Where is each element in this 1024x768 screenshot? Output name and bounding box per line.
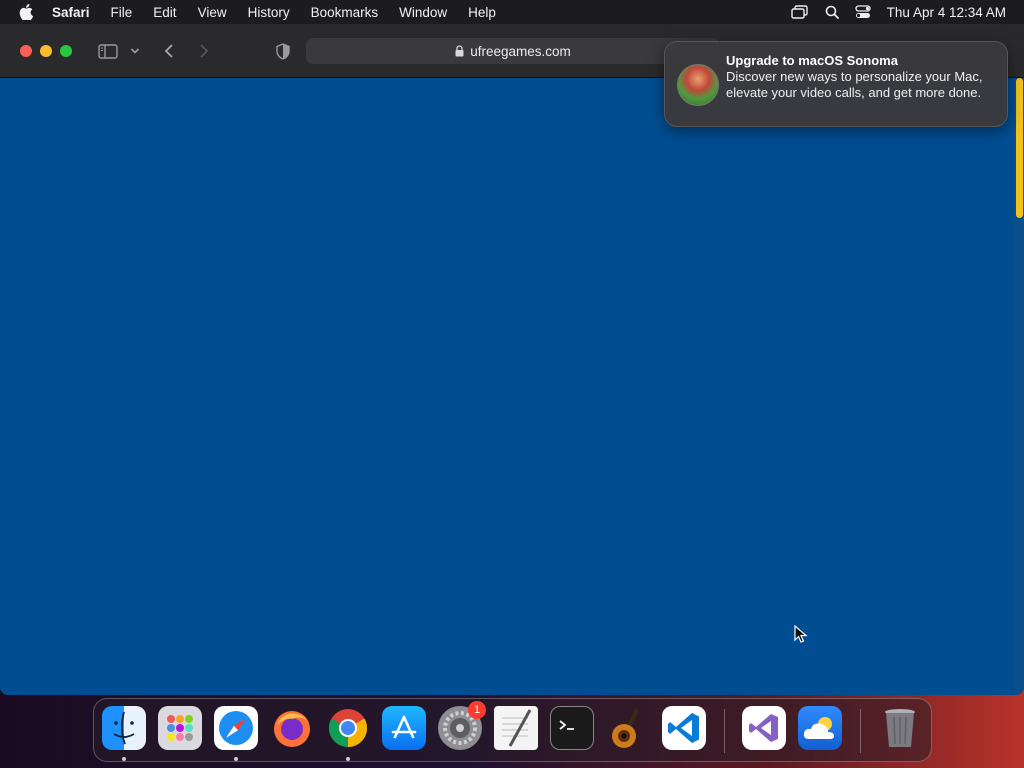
screen-mirroring-icon[interactable] xyxy=(790,5,809,19)
menu-bookmarks[interactable]: Bookmarks xyxy=(311,5,379,20)
notification-banner[interactable]: Upgrade to macOS Sonoma Discover new way… xyxy=(664,41,1008,127)
terminal-icon[interactable] xyxy=(550,706,594,750)
finder-running-indicator xyxy=(122,757,126,761)
macos-sonoma-icon xyxy=(677,64,719,106)
page-scrollbar[interactable] xyxy=(1014,78,1024,695)
safari-running-indicator xyxy=(234,757,238,761)
menu-app-name[interactable]: Safari xyxy=(52,5,90,20)
menu-file[interactable]: File xyxy=(111,5,133,20)
control-center-icon[interactable] xyxy=(855,5,871,19)
address-bar-url: ufreegames.com xyxy=(470,43,571,59)
garageband-icon[interactable] xyxy=(606,706,650,750)
safari-icon[interactable] xyxy=(214,706,258,750)
chrome-running-indicator xyxy=(346,757,350,761)
lock-icon xyxy=(455,45,464,57)
notification-body: Discover new ways to personalize your Ma… xyxy=(726,69,983,100)
weather-icon[interactable] xyxy=(798,706,842,750)
notification-badge: 1 xyxy=(468,701,486,719)
back-chevron-icon[interactable] xyxy=(160,41,178,61)
menu-help[interactable]: Help xyxy=(468,5,496,20)
trash-icon[interactable] xyxy=(878,706,922,750)
scrollbar-thumb[interactable] xyxy=(1016,78,1023,218)
system-settings-icon[interactable]: 1 xyxy=(438,701,486,750)
sidebar-toggle-icon[interactable] xyxy=(96,41,120,61)
tab-group-chevron-down-icon[interactable] xyxy=(128,44,142,58)
dock: 1 xyxy=(93,698,932,762)
vscode-icon[interactable] xyxy=(662,706,706,750)
menu-view[interactable]: View xyxy=(198,5,227,20)
forward-chevron-icon[interactable] xyxy=(195,41,213,61)
zoom-window-button[interactable] xyxy=(60,45,72,57)
dock-separator xyxy=(724,709,725,753)
close-window-button[interactable] xyxy=(20,45,32,57)
spotlight-search-icon[interactable] xyxy=(825,5,839,19)
menu-clock[interactable]: Thu Apr 4 12:34 AM xyxy=(887,5,1006,20)
dock-separator-trash xyxy=(860,709,861,753)
menu-edit[interactable]: Edit xyxy=(153,5,176,20)
mouse-pointer-icon xyxy=(794,624,808,650)
visual-studio-icon[interactable] xyxy=(742,706,786,750)
firefox-icon[interactable] xyxy=(270,706,314,750)
app-store-icon[interactable] xyxy=(382,706,426,750)
menu-bar: Safari File Edit View History Bookmarks … xyxy=(0,0,1024,24)
notification-title: Upgrade to macOS Sonoma xyxy=(726,53,898,68)
finder-icon[interactable] xyxy=(102,706,146,750)
web-page-content[interactable] xyxy=(0,78,1024,695)
address-bar[interactable]: ufreegames.com xyxy=(306,38,720,64)
launchpad-icon[interactable] xyxy=(158,706,202,750)
minimize-window-button[interactable] xyxy=(40,45,52,57)
textedit-icon[interactable] xyxy=(494,706,538,750)
privacy-shield-icon[interactable] xyxy=(273,40,293,62)
apple-menu-icon[interactable] xyxy=(0,4,52,20)
menu-window[interactable]: Window xyxy=(399,5,447,20)
menu-history[interactable]: History xyxy=(248,5,290,20)
chrome-icon[interactable] xyxy=(326,706,370,750)
